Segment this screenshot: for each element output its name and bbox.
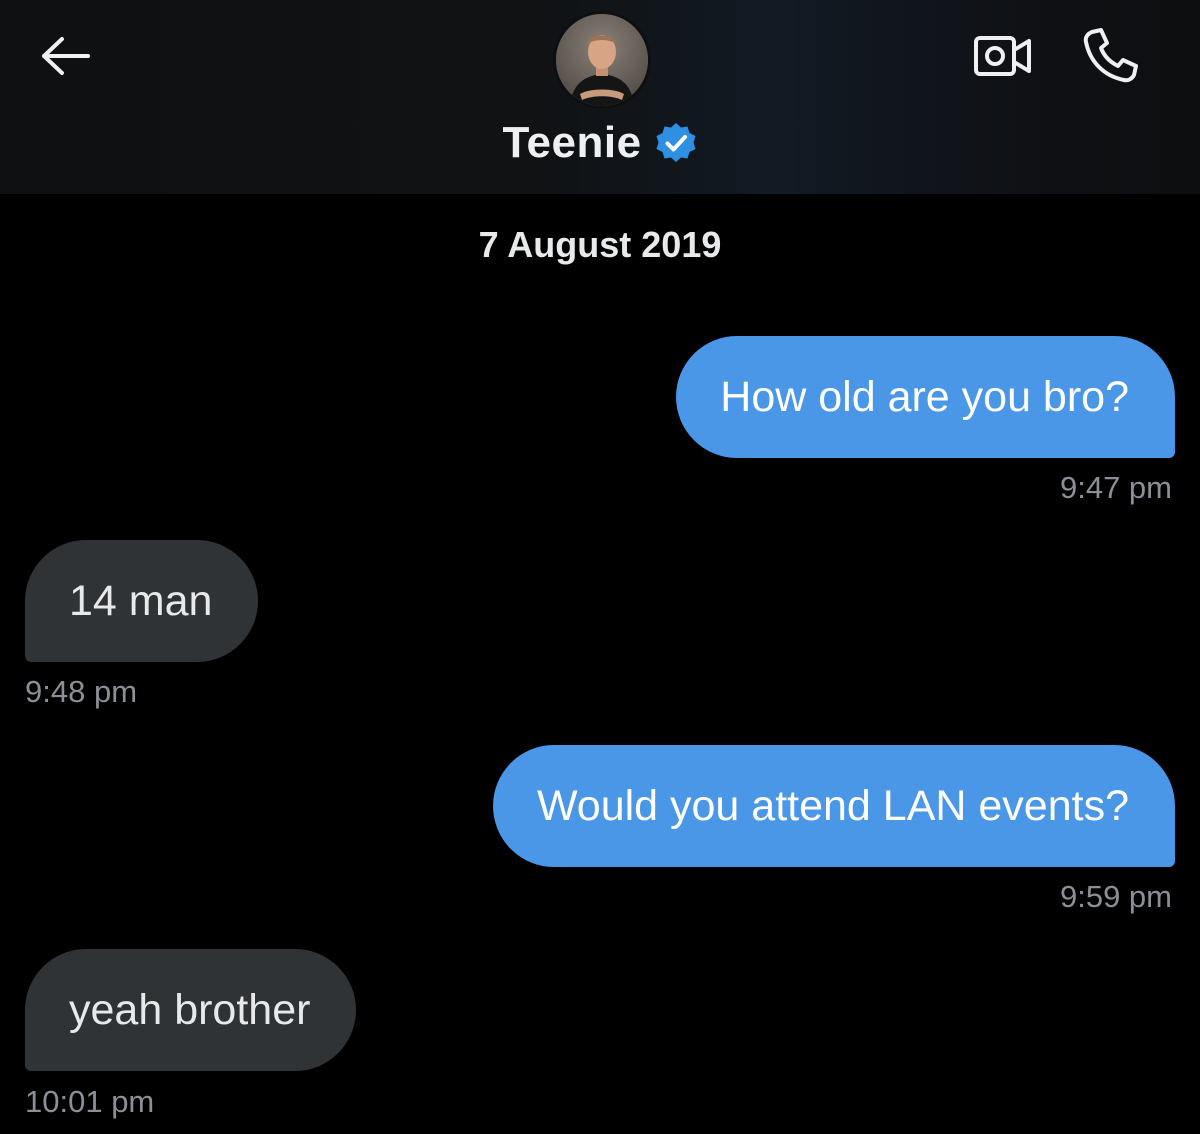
message-text: Would you attend LAN events? (536, 781, 1129, 830)
avatar[interactable] (556, 14, 648, 106)
message-bubble-outgoing[interactable]: Would you attend LAN events? (492, 745, 1175, 867)
message-timestamp: 10:01 pm (25, 1084, 155, 1119)
chat-header: Teenie (0, 0, 1200, 194)
message-text: 14 man (69, 576, 213, 625)
phone-icon (1082, 26, 1140, 89)
message-bubble-incoming[interactable]: yeah brother (25, 949, 357, 1071)
message-text: yeah brother (69, 985, 311, 1034)
voice-call-button[interactable] (1078, 26, 1144, 88)
message-timestamp: 9:47 pm (1059, 470, 1172, 505)
message-timestamp: 9:48 pm (25, 674, 138, 709)
message-bubble-outgoing[interactable]: How old are you bro? (676, 336, 1175, 458)
video-call-button[interactable] (970, 30, 1036, 86)
message-bubble-incoming[interactable]: 14 man (25, 540, 259, 662)
arrow-left-icon (40, 36, 92, 81)
verified-badge-icon (654, 121, 698, 165)
back-button[interactable] (36, 30, 96, 86)
message-timestamp: 9:59 pm (1059, 879, 1172, 914)
contact-name[interactable]: Teenie (502, 118, 641, 168)
date-separator: 7 August 2019 (478, 224, 722, 265)
video-camera-icon (973, 33, 1033, 84)
contact-title: Teenie (0, 118, 1200, 168)
message-text: How old are you bro? (720, 372, 1129, 421)
